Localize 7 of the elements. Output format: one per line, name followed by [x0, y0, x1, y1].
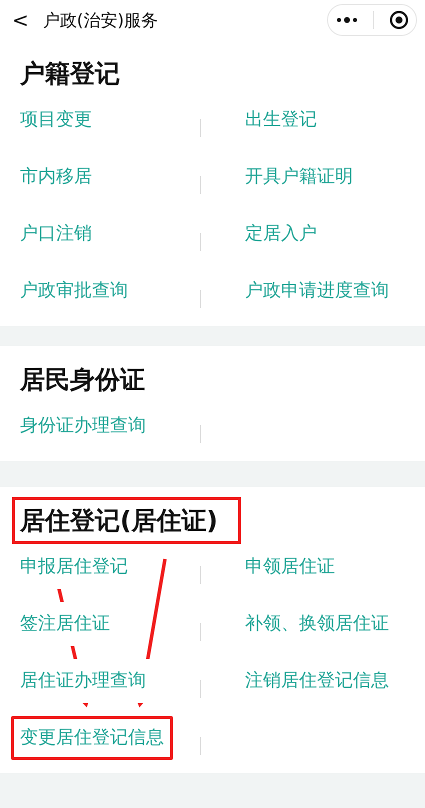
page-title: 户政(治安)服务	[42, 10, 160, 32]
back-button[interactable]: <	[12, 8, 29, 32]
section-title: 居民身份证	[18, 364, 146, 396]
section-title: 居住登记(居住证)	[12, 496, 241, 544]
service-link[interactable]: 变更居住登记信息	[11, 716, 173, 760]
section-title: 户籍登记	[19, 58, 121, 90]
more-icon[interactable]	[336, 16, 358, 24]
